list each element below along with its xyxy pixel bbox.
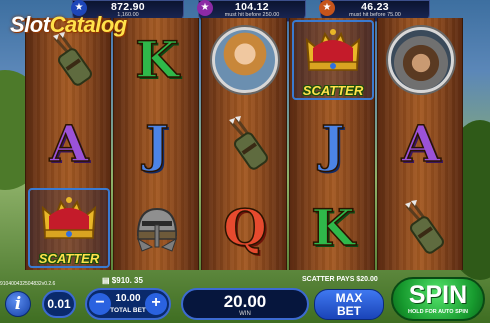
warrior-portrait (388, 27, 454, 93)
helmet-symbol (114, 186, 200, 270)
letter-j: J (320, 114, 345, 173)
crossbow-bag-symbol (202, 102, 288, 186)
scatter-crown-symbol: SCATTER (26, 186, 112, 270)
reel-2: K J (113, 18, 199, 270)
win-value: 20.00 (223, 292, 267, 311)
helmet-icon (136, 207, 178, 252)
win-label: WIN (239, 311, 251, 317)
game-background: ★ 872.90 1,160.00 ★ 104.12 must hit befo… (0, 0, 490, 323)
K-symbol: K (290, 186, 376, 270)
spin-label: SPIN (408, 281, 468, 309)
wallet-icon: ▤ (102, 276, 110, 285)
crossbow-bag-icon (405, 200, 444, 254)
J-symbol: J (290, 102, 376, 186)
total-bet-label: TOTAL BET (110, 307, 146, 314)
lady-portrait (212, 27, 278, 93)
reel-grid: A SCATTER K J Q SCATTER J K A (25, 18, 465, 270)
scatter-label: SCATTER (38, 251, 100, 266)
max-bet-line-2: BET (337, 304, 361, 318)
info-button[interactable]: i (5, 291, 31, 317)
crossbow-bag-icon (229, 116, 268, 170)
balance-value: $910. 35 (111, 276, 143, 285)
reel-1: A SCATTER (25, 18, 111, 270)
logo-part-2: Catalog (49, 12, 128, 37)
logo-part-1: Slot (10, 12, 50, 37)
reel-4: SCATTER J K (289, 18, 375, 270)
letter-k: K (311, 198, 356, 257)
crown-icon (305, 29, 361, 71)
J-symbol: J (114, 102, 200, 186)
Q-symbol: Q (202, 186, 288, 270)
letter-a: A (401, 114, 441, 173)
scatter-crown-symbol: SCATTER (290, 18, 376, 102)
balance-display: ▤ $910. 35 (102, 276, 143, 288)
win-panel: 20.00 WIN (181, 288, 309, 320)
spin-button[interactable]: SPIN HOLD FOR AUTO SPIN (391, 277, 485, 321)
letter-j: J (144, 114, 169, 173)
crossbow-bag-icon (53, 32, 92, 86)
crossbow-bag-symbol (378, 186, 464, 270)
scatter-label: SCATTER (302, 83, 364, 98)
total-bet-panel: − 10.00 TOTAL BET + (85, 288, 171, 320)
letter-k: K (135, 30, 180, 89)
coin-value-button[interactable]: 0.01 (42, 290, 76, 318)
version-text: 910400432504832v0.2.6 (0, 281, 56, 287)
A-symbol: A (378, 102, 464, 186)
site-logo: SlotCatalog (10, 12, 127, 38)
total-bet-value: 10.00 (115, 293, 141, 304)
letter-a: A (49, 114, 89, 173)
spin-hint: HOLD FOR AUTO SPIN (408, 309, 468, 315)
A-symbol: A (26, 102, 112, 186)
letter-q: Q (222, 198, 267, 257)
crown-icon (41, 197, 97, 239)
reel-3: Q (201, 18, 287, 270)
warrior-portrait-symbol (378, 18, 464, 102)
scatter-pays-text: SCATTER PAYS $20.00 (302, 276, 378, 283)
max-bet-button[interactable]: MAX BET (314, 289, 384, 320)
reel-5: A (377, 18, 463, 270)
lady-portrait-symbol (202, 18, 288, 102)
increase-bet-button[interactable]: + (145, 293, 167, 315)
